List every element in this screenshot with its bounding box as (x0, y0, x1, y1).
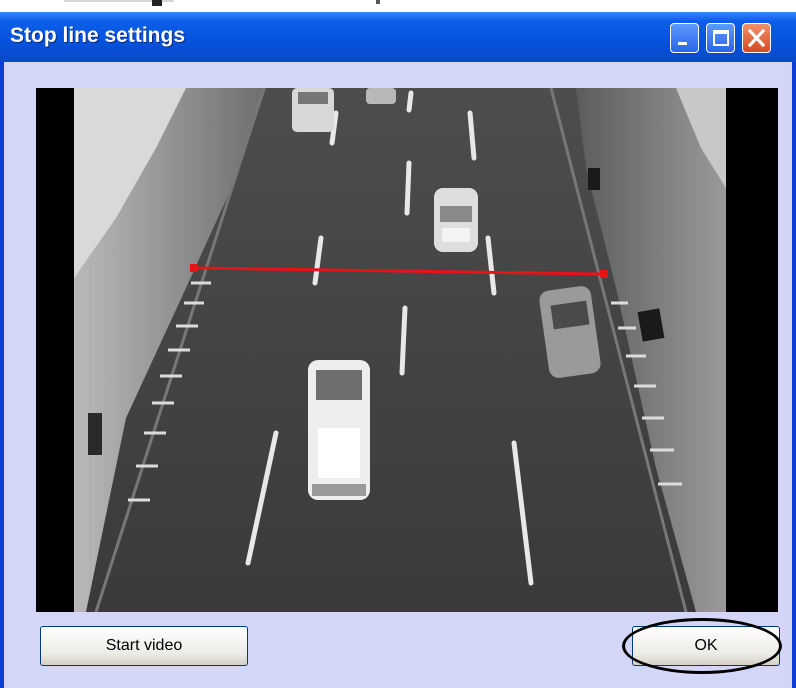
background-icon-fragment (152, 0, 162, 6)
traffic-video-image (74, 88, 726, 612)
stop-line-settings-dialog: Stop line settings Start video OK (0, 12, 796, 688)
start-video-button[interactable]: Start video (40, 626, 248, 666)
car (308, 360, 370, 500)
drain-grate (588, 168, 600, 190)
close-icon (747, 28, 766, 48)
background-window-strip (0, 0, 796, 12)
background-text-fragment (376, 0, 380, 4)
minimize-icon (678, 42, 687, 45)
window-title: Stop line settings (10, 24, 186, 47)
ok-button[interactable]: OK (632, 626, 780, 666)
car (434, 188, 478, 252)
video-frame[interactable] (36, 88, 778, 612)
pedestrian (88, 413, 102, 455)
minimize-button[interactable] (670, 23, 699, 53)
close-button[interactable] (742, 23, 771, 53)
dialog-client-area: Start video OK (4, 62, 792, 688)
maximize-icon (713, 30, 729, 46)
stop-line-end-handle[interactable] (600, 270, 608, 278)
car (292, 88, 334, 132)
stop-line-start-handle[interactable] (190, 264, 198, 272)
car (366, 88, 396, 104)
maximize-button[interactable] (706, 23, 735, 53)
title-bar[interactable]: Stop line settings (0, 12, 796, 62)
